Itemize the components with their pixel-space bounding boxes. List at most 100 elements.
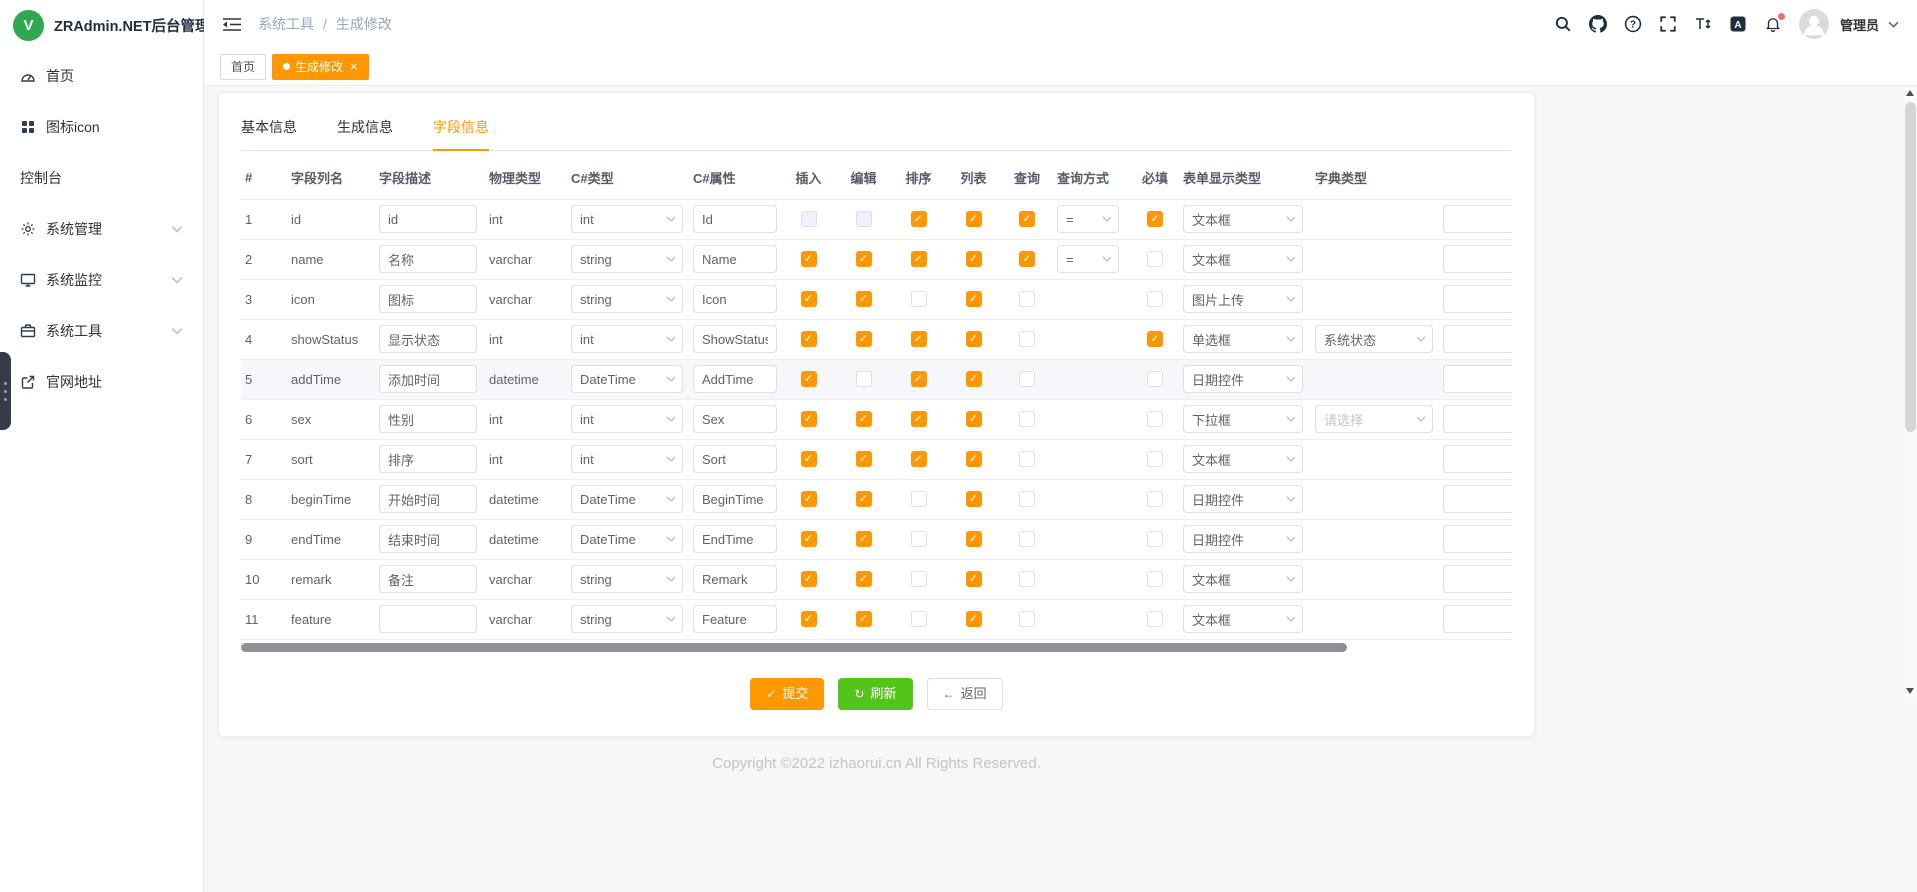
description-input[interactable] bbox=[379, 445, 477, 473]
edit-checkbox[interactable]: ✓ bbox=[856, 611, 872, 627]
extra-input[interactable] bbox=[1443, 405, 1512, 433]
list-checkbox[interactable]: ✓ bbox=[966, 451, 982, 467]
extra-input[interactable] bbox=[1443, 485, 1512, 513]
csharp-property-input[interactable] bbox=[693, 405, 777, 433]
sidebar-drawer-handle[interactable] bbox=[0, 352, 11, 430]
query-checkbox[interactable] bbox=[1019, 371, 1035, 387]
sort-checkbox[interactable] bbox=[911, 571, 927, 587]
edit-checkbox[interactable] bbox=[856, 211, 872, 227]
sort-checkbox[interactable]: ✓ bbox=[911, 371, 927, 387]
language-icon[interactable]: A bbox=[1729, 15, 1747, 33]
display-type-select[interactable]: 文本框 bbox=[1183, 445, 1303, 473]
sort-checkbox[interactable] bbox=[911, 531, 927, 547]
list-checkbox[interactable]: ✓ bbox=[966, 411, 982, 427]
extra-input[interactable] bbox=[1443, 205, 1512, 233]
query-checkbox[interactable] bbox=[1019, 331, 1035, 347]
display-type-select[interactable]: 日期控件 bbox=[1183, 485, 1303, 513]
description-input[interactable] bbox=[379, 245, 477, 273]
vertical-scrollbar[interactable] bbox=[1902, 86, 1917, 698]
required-checkbox[interactable] bbox=[1147, 611, 1163, 627]
breadcrumb-item[interactable]: 生成修改 bbox=[336, 14, 392, 34]
sidebar-item-icons[interactable]: 图标icon bbox=[0, 101, 203, 152]
insert-checkbox[interactable]: ✓ bbox=[801, 371, 817, 387]
list-checkbox[interactable]: ✓ bbox=[966, 291, 982, 307]
required-checkbox[interactable]: ✓ bbox=[1147, 211, 1163, 227]
sidebar-item-console[interactable]: 控制台 bbox=[0, 152, 203, 203]
required-checkbox[interactable] bbox=[1147, 491, 1163, 507]
fullscreen-icon[interactable] bbox=[1659, 15, 1677, 33]
scroll-down-arrow[interactable] bbox=[1906, 688, 1914, 694]
display-type-select[interactable]: 文本框 bbox=[1183, 205, 1303, 233]
dict-type-select[interactable]: 请选择 bbox=[1315, 405, 1433, 433]
csharp-type-select[interactable]: int bbox=[571, 205, 683, 233]
breadcrumb-item[interactable]: 系统工具 bbox=[258, 14, 314, 34]
description-input[interactable] bbox=[379, 365, 477, 393]
csharp-type-select[interactable]: DateTime bbox=[571, 485, 683, 513]
extra-input[interactable] bbox=[1443, 445, 1512, 473]
insert-checkbox[interactable]: ✓ bbox=[801, 531, 817, 547]
description-input[interactable] bbox=[379, 325, 477, 353]
display-type-select[interactable]: 文本框 bbox=[1183, 605, 1303, 633]
csharp-property-input[interactable] bbox=[693, 205, 777, 233]
tab-tag-1[interactable]: 生成修改× bbox=[272, 54, 369, 80]
insert-checkbox[interactable]: ✓ bbox=[801, 611, 817, 627]
list-checkbox[interactable]: ✓ bbox=[966, 531, 982, 547]
query-checkbox[interactable] bbox=[1019, 291, 1035, 307]
submit-button[interactable]: ✓ 提交 bbox=[750, 678, 824, 710]
back-button[interactable]: ← 返回 bbox=[927, 678, 1003, 710]
csharp-property-input[interactable] bbox=[693, 445, 777, 473]
csharp-type-select[interactable]: string bbox=[571, 285, 683, 313]
scroll-up-arrow[interactable] bbox=[1906, 90, 1914, 96]
sidebar-item-home[interactable]: 首页 bbox=[0, 50, 203, 101]
query-checkbox[interactable] bbox=[1019, 611, 1035, 627]
list-checkbox[interactable]: ✓ bbox=[966, 571, 982, 587]
edit-checkbox[interactable]: ✓ bbox=[856, 251, 872, 267]
description-input[interactable] bbox=[379, 405, 477, 433]
display-type-select[interactable]: 下拉框 bbox=[1183, 405, 1303, 433]
sidebar-collapse-icon[interactable] bbox=[222, 17, 242, 32]
insert-checkbox[interactable]: ✓ bbox=[801, 251, 817, 267]
required-checkbox[interactable] bbox=[1147, 451, 1163, 467]
required-checkbox[interactable] bbox=[1147, 531, 1163, 547]
refresh-button[interactable]: ↻ 刷新 bbox=[838, 678, 912, 710]
sort-checkbox[interactable]: ✓ bbox=[911, 331, 927, 347]
extra-input[interactable] bbox=[1443, 605, 1512, 633]
display-type-select[interactable]: 图片上传 bbox=[1183, 285, 1303, 313]
sort-checkbox[interactable]: ✓ bbox=[911, 451, 927, 467]
csharp-type-select[interactable]: int bbox=[571, 445, 683, 473]
required-checkbox[interactable] bbox=[1147, 291, 1163, 307]
sort-checkbox[interactable]: ✓ bbox=[911, 211, 927, 227]
description-input[interactable] bbox=[379, 525, 477, 553]
edit-checkbox[interactable] bbox=[856, 371, 872, 387]
search-icon[interactable] bbox=[1554, 15, 1572, 33]
sort-checkbox[interactable] bbox=[911, 291, 927, 307]
list-checkbox[interactable]: ✓ bbox=[966, 611, 982, 627]
description-input[interactable] bbox=[379, 605, 477, 633]
edit-checkbox[interactable]: ✓ bbox=[856, 331, 872, 347]
insert-checkbox[interactable]: ✓ bbox=[801, 331, 817, 347]
query-checkbox[interactable] bbox=[1019, 411, 1035, 427]
required-checkbox[interactable] bbox=[1147, 571, 1163, 587]
font-size-icon[interactable] bbox=[1694, 15, 1712, 33]
query-method-select[interactable]: = bbox=[1057, 245, 1119, 273]
csharp-type-select[interactable]: string bbox=[571, 565, 683, 593]
csharp-type-select[interactable]: DateTime bbox=[571, 525, 683, 553]
list-checkbox[interactable]: ✓ bbox=[966, 371, 982, 387]
sort-checkbox[interactable] bbox=[911, 491, 927, 507]
csharp-type-select[interactable]: string bbox=[571, 605, 683, 633]
dict-type-select[interactable]: 系统状态 bbox=[1315, 325, 1433, 353]
query-checkbox[interactable]: ✓ bbox=[1019, 211, 1035, 227]
insert-checkbox[interactable]: ✓ bbox=[801, 491, 817, 507]
sidebar-item-system-monitor[interactable]: 系统监控 bbox=[0, 254, 203, 305]
csharp-type-select[interactable]: int bbox=[571, 405, 683, 433]
csharp-type-select[interactable]: int bbox=[571, 325, 683, 353]
edit-checkbox[interactable]: ✓ bbox=[856, 531, 872, 547]
required-checkbox[interactable] bbox=[1147, 251, 1163, 267]
insert-checkbox[interactable] bbox=[801, 211, 817, 227]
csharp-property-input[interactable] bbox=[693, 285, 777, 313]
description-input[interactable] bbox=[379, 485, 477, 513]
edit-checkbox[interactable]: ✓ bbox=[856, 291, 872, 307]
insert-checkbox[interactable]: ✓ bbox=[801, 571, 817, 587]
description-input[interactable] bbox=[379, 565, 477, 593]
list-checkbox[interactable]: ✓ bbox=[966, 251, 982, 267]
